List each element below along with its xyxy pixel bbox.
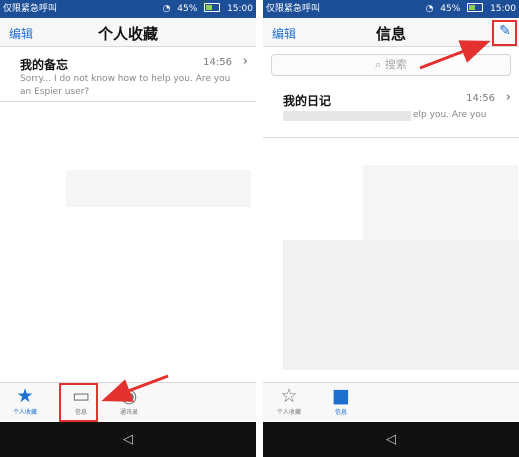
blurred-content-area [66, 170, 251, 207]
compose-highlight [492, 20, 517, 46]
item-time: 14:56 [203, 57, 232, 68]
wifi-icon: ◔ [162, 4, 171, 14]
wifi-icon: ◔ [425, 4, 434, 14]
empty-list-area [283, 240, 519, 370]
chevron-right-icon: › [505, 90, 511, 105]
star-filled-icon: ★ [16, 385, 34, 407]
navigation-bar: 编辑 个人收藏 [0, 18, 256, 47]
tab-label: 个人收藏 [276, 409, 301, 416]
back-icon[interactable]: ◁ [386, 432, 396, 447]
star-outline-icon: ☆ [280, 385, 298, 407]
system-navigation-bar: ◁ [263, 422, 519, 457]
redacted-text [283, 111, 411, 121]
battery-icon [467, 3, 484, 12]
right-phone-screen: 仅限紧急呼叫 ◔ 45% 15:00 编辑 信息 ✎ ⌕ 搜索 我的日记 14:… [263, 0, 519, 457]
tab-label: 信息 [334, 409, 347, 416]
battery-percent: 45% [177, 4, 198, 14]
item-title: 我的日记 [283, 94, 332, 108]
navigation-bar: 编辑 信息 ✎ [263, 18, 519, 47]
system-navigation-bar: ◁ [0, 422, 256, 457]
contacts-icon: ◉ [120, 385, 138, 407]
item-time: 14:56 [466, 93, 495, 104]
tab-contacts[interactable]: ◉ 通讯录 [109, 386, 149, 420]
search-input[interactable]: ⌕ 搜索 [271, 54, 511, 76]
chat-bubbles-filled-icon: ■ [332, 385, 350, 407]
item-snippet: elp you. Are you [413, 110, 487, 120]
tab-messages[interactable]: ■ 信息 [321, 386, 361, 420]
page-title: 信息 [375, 25, 406, 43]
list-item-memo[interactable]: 我的备忘 14:56 › Sorry... I do not know how … [0, 49, 256, 102]
carrier-label: 仅限紧急呼叫 [3, 4, 58, 14]
tab-favorites[interactable]: ★ 个人收藏 [5, 386, 45, 420]
search-icon: ⌕ [375, 58, 382, 71]
tab-favorites[interactable]: ☆ 个人收藏 [269, 386, 309, 420]
empty-list-area [0, 230, 256, 370]
messages-tab-highlight [59, 383, 98, 422]
status-bar: 仅限紧急呼叫 ◔ 45% 15:00 [0, 0, 256, 18]
page-title: 个人收藏 [97, 25, 158, 43]
tab-label: 个人收藏 [12, 409, 37, 416]
item-snippet: Sorry... I do not know how to help you. … [20, 74, 231, 97]
carrier-label: 仅限紧急呼叫 [266, 4, 321, 14]
battery-percent: 45% [440, 4, 461, 14]
left-phone-screen: 仅限紧急呼叫 ◔ 45% 15:00 编辑 个人收藏 我的备忘 14:56 › … [0, 0, 256, 457]
battery-icon [204, 3, 221, 12]
status-time: 15:00 [227, 4, 253, 14]
chevron-right-icon: › [242, 54, 248, 69]
blurred-content-area [363, 165, 518, 240]
bottom-tab-bar: ★ 个人收藏 ▭ 信息 ◉ 通讯录 [0, 382, 256, 423]
status-bar: 仅限紧急呼叫 ◔ 45% 15:00 [263, 0, 519, 18]
back-icon[interactable]: ◁ [123, 432, 133, 447]
list-item-diary[interactable]: 我的日记 14:56 › elp you. Are you [263, 85, 519, 138]
search-placeholder: 搜索 [384, 58, 407, 71]
bottom-tab-bar: ☆ 个人收藏 ■ 信息 [263, 382, 519, 423]
tab-label: 通讯录 [119, 409, 138, 416]
status-time: 15:00 [490, 4, 516, 14]
status-indicators: ◔ 45% 15:00 [159, 0, 253, 18]
status-indicators: ◔ 45% 15:00 [422, 0, 516, 18]
item-title: 我的备忘 [20, 58, 69, 72]
